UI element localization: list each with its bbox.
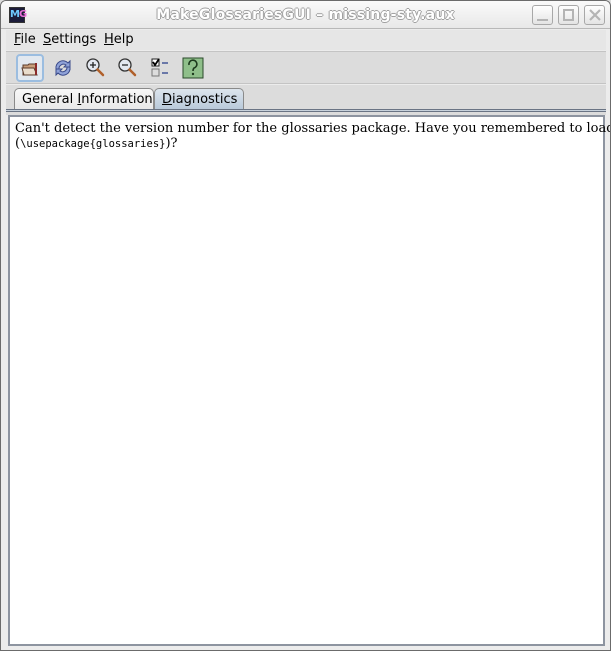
menu-file[interactable]: File: [14, 32, 36, 47]
menu-bar: File Settings Help: [6, 30, 606, 50]
menu-help[interactable]: Help: [104, 32, 134, 47]
reload-icon: [55, 59, 71, 77]
checklist-icon: [151, 58, 168, 77]
zoom-in-icon: [86, 58, 105, 77]
tab-diagnostics[interactable]: Diagnostics: [154, 88, 244, 110]
tab-divider: [6, 109, 606, 112]
zoom-in-button[interactable]: [82, 54, 110, 82]
open-folder-icon: [21, 63, 38, 76]
zoom-out-button[interactable]: [114, 54, 142, 82]
reload-button[interactable]: [49, 54, 77, 82]
help-icon: [182, 57, 204, 79]
menu-settings[interactable]: Settings: [43, 32, 96, 47]
window-title: MakeGlossariesGUI – missing-sty.aux: [156, 7, 455, 23]
diagnostics-panel[interactable]: Can't detect the version number for the …: [8, 115, 610, 646]
maximize-button[interactable]: [558, 5, 579, 25]
zoom-out-icon: [118, 58, 137, 77]
help-button[interactable]: [179, 54, 207, 82]
app-window: MG MakeGlossariesGUI – missing-sty.aux F…: [0, 0, 611, 651]
title-bar[interactable]: MG MakeGlossariesGUI – missing-sty.aux: [1, 1, 610, 29]
toolbar: [6, 51, 606, 84]
tab-bar: General Information Diagnostics: [6, 85, 606, 115]
minimize-button[interactable]: [532, 5, 553, 25]
open-button[interactable]: [16, 54, 44, 82]
diagnostic-message-line2: (\usepackage{glossaries})?: [15, 136, 178, 151]
code-snippet: \usepackage{glossaries}: [20, 138, 166, 150]
tab-general-information[interactable]: General Information: [14, 88, 154, 110]
diagnostic-message-line1: Can't detect the version number for the …: [15, 121, 611, 136]
close-button[interactable]: [584, 5, 605, 25]
settings-checklist-button[interactable]: [147, 54, 175, 82]
close-icon: [589, 9, 601, 21]
